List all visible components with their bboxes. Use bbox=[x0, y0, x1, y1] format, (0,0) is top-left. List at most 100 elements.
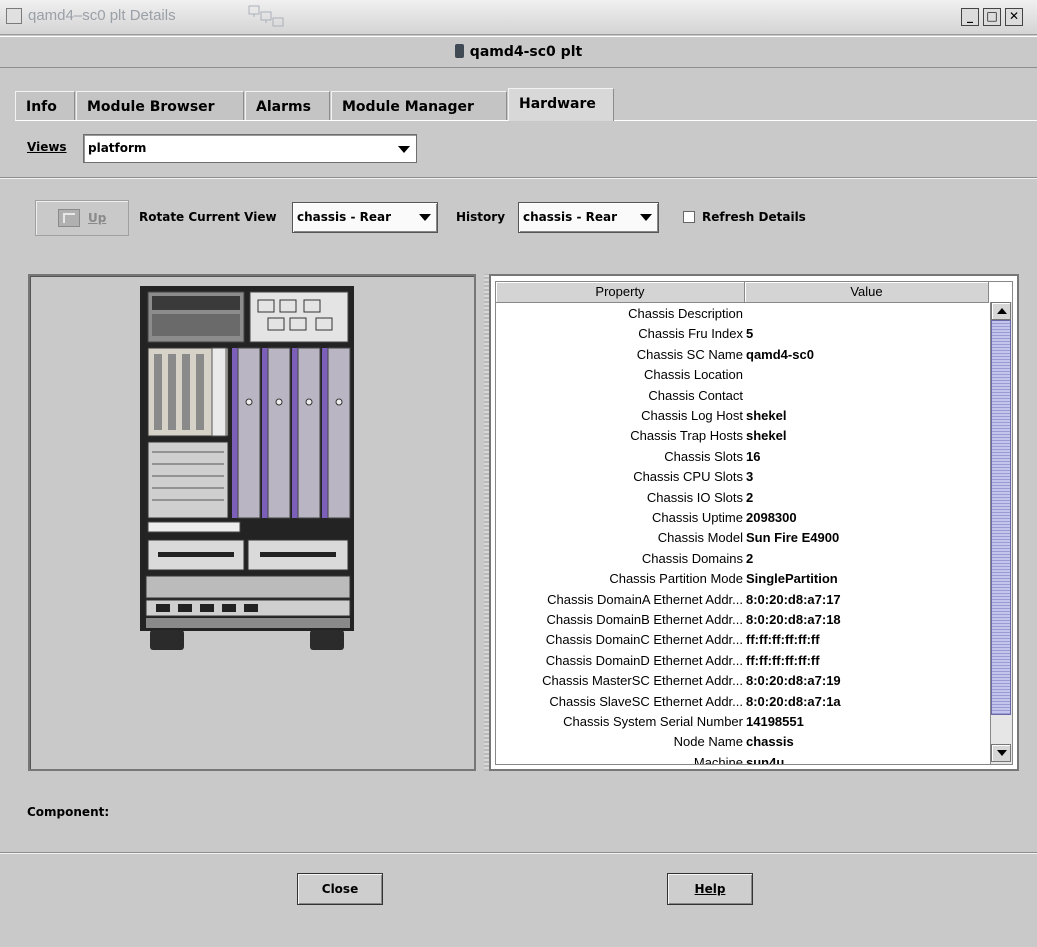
views-value: platform bbox=[88, 141, 147, 155]
property-cell: Chassis SlaveSC Ethernet Addr... bbox=[549, 693, 743, 709]
properties-table[interactable]: Property Value Chassis Description Chassi… bbox=[495, 281, 1013, 765]
tab-hardware[interactable]: Hardware bbox=[508, 88, 614, 121]
table-row[interactable]: Chassis Trap Hosts shekel bbox=[496, 426, 991, 447]
help-button[interactable]: Help bbox=[667, 873, 753, 905]
rotate-view-label: Rotate Current View bbox=[139, 210, 277, 224]
divider bbox=[0, 852, 1037, 854]
table-row[interactable]: Chassis DomainA Ethernet Addr... 8:0:20:d… bbox=[496, 590, 991, 611]
history-value: chassis - Rear bbox=[523, 210, 618, 224]
network-icon bbox=[248, 5, 284, 27]
table-row[interactable]: Chassis Slots 16 bbox=[496, 447, 991, 468]
tab-info[interactable]: Info bbox=[15, 91, 75, 121]
close-window-button[interactable]: ✕ bbox=[1005, 8, 1023, 26]
table-row[interactable]: Chassis Fru Index 5 bbox=[496, 324, 991, 345]
chevron-up-icon bbox=[997, 308, 1007, 314]
property-cell: Chassis Trap Hosts bbox=[630, 428, 743, 444]
value-cell: 16 bbox=[746, 448, 761, 464]
table-row[interactable]: Chassis MasterSC Ethernet Addr... 8:0:20:… bbox=[496, 671, 991, 692]
table-row[interactable]: Chassis System Serial Number 14198551 bbox=[496, 712, 991, 733]
up-button[interactable]: Up bbox=[35, 200, 129, 236]
history-label: History bbox=[456, 210, 506, 224]
refresh-details-checkbox[interactable] bbox=[683, 211, 695, 223]
history-dropdown[interactable]: chassis - Rear bbox=[518, 202, 659, 233]
value-cell: 8:0:20:d8:a7:17 bbox=[746, 591, 841, 607]
table-row[interactable]: Machine sun4u bbox=[496, 753, 991, 764]
tab-alarms[interactable]: Alarms bbox=[245, 91, 330, 121]
property-cell: Chassis Description bbox=[628, 306, 743, 321]
table-row[interactable]: Chassis Contact bbox=[496, 386, 991, 407]
table-row[interactable]: Chassis DomainB Ethernet Addr... 8:0:20:d… bbox=[496, 610, 991, 631]
views-dropdown[interactable]: platform bbox=[83, 134, 417, 163]
chevron-down-icon bbox=[398, 146, 410, 153]
close-button[interactable]: Close bbox=[297, 873, 383, 905]
table-row[interactable]: Chassis Domains 2 bbox=[496, 549, 991, 570]
chevron-down-icon bbox=[640, 214, 652, 221]
property-cell: Chassis CPU Slots bbox=[633, 469, 743, 485]
scroll-up-button[interactable] bbox=[991, 302, 1011, 320]
property-cell: Chassis Partition Mode bbox=[609, 571, 743, 587]
property-cell: Machine bbox=[693, 754, 743, 764]
value-cell: sun4u bbox=[746, 754, 785, 764]
value-cell: 5 bbox=[746, 326, 754, 342]
table-row[interactable]: Node Name chassis bbox=[496, 732, 991, 753]
chevron-down-icon bbox=[419, 214, 431, 221]
table-row[interactable]: Chassis IO Slots 2 bbox=[496, 488, 991, 509]
property-cell: Chassis MasterSC Ethernet Addr... bbox=[542, 673, 743, 689]
window-title-bar[interactable]: qamd4–sc0 plt Details _ □ ✕ bbox=[0, 0, 1037, 35]
property-cell: Chassis Slots bbox=[664, 448, 743, 464]
property-cell: Chassis SC Name bbox=[636, 346, 743, 362]
up-button-label: Up bbox=[88, 211, 107, 225]
details-header: qamd4-sc0 plt bbox=[0, 36, 1037, 68]
up-folder-icon bbox=[58, 209, 80, 227]
value-cell: 2098300 bbox=[746, 510, 797, 525]
value-column-header[interactable]: Value bbox=[745, 282, 989, 303]
value-cell: SinglePartition bbox=[746, 571, 838, 587]
table-row[interactable]: Chassis DomainD Ethernet Addr... ff:ff:ff… bbox=[496, 651, 991, 672]
tab-module-manager[interactable]: Module Manager bbox=[331, 91, 507, 121]
vertical-scrollbar[interactable] bbox=[990, 302, 1012, 764]
value-cell: 8:0:20:d8:a7:19 bbox=[746, 673, 841, 689]
chevron-down-icon bbox=[997, 750, 1007, 756]
rotate-view-value: chassis - Rear bbox=[297, 210, 392, 224]
table-row[interactable]: Chassis CPU Slots 3 bbox=[496, 467, 991, 488]
table-row[interactable]: Chassis Partition Mode SinglePartition bbox=[496, 569, 991, 590]
property-cell: Chassis Model bbox=[657, 530, 743, 546]
value-cell: 14198551 bbox=[746, 714, 804, 729]
property-cell: Chassis Location bbox=[644, 367, 743, 383]
property-cell: Chassis Log Host bbox=[641, 408, 743, 423]
value-cell: qamd4-sc0 bbox=[746, 346, 814, 362]
scroll-thumb[interactable] bbox=[991, 320, 1011, 715]
table-row[interactable]: Chassis SC Name qamd4-sc0 bbox=[496, 345, 991, 366]
table-row[interactable]: Chassis Model Sun Fire E4900 bbox=[496, 528, 991, 549]
property-column-header[interactable]: Property bbox=[496, 282, 745, 303]
maximize-button[interactable]: □ bbox=[983, 8, 1001, 26]
value-cell: 3 bbox=[746, 469, 754, 485]
property-cell: Chassis DomainD Ethernet Addr... bbox=[545, 652, 743, 668]
window-menu-icon[interactable] bbox=[6, 8, 22, 24]
minimize-button[interactable]: _ bbox=[961, 8, 979, 26]
table-row[interactable]: Chassis Uptime 2098300 bbox=[496, 508, 991, 529]
property-cell: Chassis Uptime bbox=[651, 510, 743, 525]
database-icon bbox=[454, 44, 464, 58]
chassis-rear-image[interactable] bbox=[138, 284, 358, 664]
property-cell: Chassis IO Slots bbox=[646, 489, 743, 505]
table-row[interactable]: Chassis Location bbox=[496, 365, 991, 386]
property-cell: Chassis Fru Index bbox=[638, 326, 743, 342]
value-cell: 2 bbox=[746, 550, 754, 566]
tab-module-browser[interactable]: Module Browser bbox=[76, 91, 244, 121]
property-cell: Chassis DomainA Ethernet Addr... bbox=[547, 591, 743, 607]
rotate-view-dropdown[interactable]: chassis - Rear bbox=[292, 202, 438, 233]
property-cell: Chassis System Serial Number bbox=[563, 714, 743, 729]
value-cell: 8:0:20:d8:a7:18 bbox=[746, 612, 841, 627]
component-label: Component: bbox=[27, 805, 110, 819]
table-row[interactable]: Chassis DomainC Ethernet Addr... ff:ff:ff… bbox=[496, 630, 991, 651]
table-row[interactable]: Chassis SlaveSC Ethernet Addr... 8:0:20:d… bbox=[496, 692, 991, 713]
refresh-details-label[interactable]: Refresh Details bbox=[702, 210, 806, 224]
views-label: Views bbox=[27, 140, 67, 154]
table-row[interactable]: Chassis Description bbox=[496, 304, 991, 325]
property-cell: Chassis Domains bbox=[641, 550, 743, 566]
table-body: Chassis Description Chassis Fru Index 5 Cha… bbox=[496, 304, 991, 764]
property-cell: Chassis DomainC Ethernet Addr... bbox=[545, 632, 743, 648]
table-row[interactable]: Chassis Log Host shekel bbox=[496, 406, 991, 427]
scroll-down-button[interactable] bbox=[991, 744, 1011, 762]
